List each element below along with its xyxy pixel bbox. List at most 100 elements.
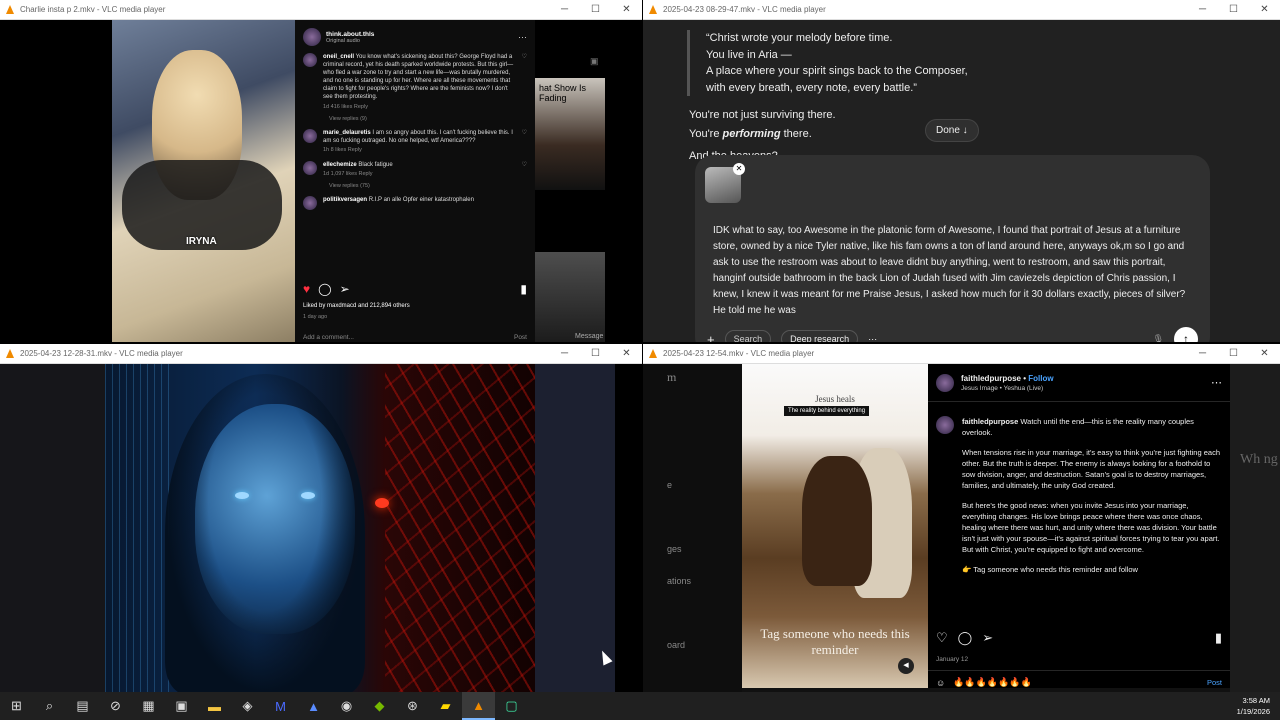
plus-icon[interactable]: + bbox=[707, 332, 715, 343]
search-button[interactable]: Search bbox=[724, 330, 772, 342]
minimize-button[interactable]: ─ bbox=[1187, 0, 1218, 19]
comment-input[interactable]: Add a comment... bbox=[303, 334, 354, 341]
share-icon[interactable]: ➢ bbox=[982, 630, 993, 646]
sidebar-item[interactable]: ations bbox=[667, 576, 691, 586]
vlc-window-4[interactable]: 2025-04-23 12-54.mkv - VLC media player … bbox=[643, 344, 1280, 692]
minimize-button[interactable]: ─ bbox=[549, 0, 580, 19]
avatar[interactable] bbox=[936, 416, 954, 434]
share-icon[interactable]: ➢ bbox=[340, 282, 350, 296]
sidebar-item[interactable]: e bbox=[667, 480, 672, 490]
title-bar[interactable]: 2025-04-23 12-54.mkv - VLC media player … bbox=[643, 344, 1280, 364]
like-comment-icon[interactable]: ♡ bbox=[522, 129, 527, 155]
task-view-icon[interactable]: ▤ bbox=[66, 692, 99, 720]
comment-input[interactable]: 🔥🔥🔥🔥🔥🔥🔥 bbox=[953, 677, 1031, 688]
heart-icon[interactable]: ♥ bbox=[303, 282, 310, 296]
post-audio[interactable]: Original audio bbox=[326, 38, 374, 44]
close-button[interactable]: ✕ bbox=[611, 344, 642, 363]
more-options-icon[interactable]: ⋯ bbox=[1211, 376, 1222, 389]
done-button[interactable]: Done ↓ bbox=[925, 119, 979, 142]
speaker-icon[interactable]: ◀ bbox=[898, 658, 914, 674]
app-icon[interactable]: M bbox=[264, 692, 297, 720]
sidebar-item[interactable]: oard bbox=[667, 640, 685, 650]
sidebar-item[interactable]: ges bbox=[667, 544, 682, 554]
view-replies-link[interactable]: View replies (9) bbox=[295, 114, 535, 126]
app-icon[interactable]: ⊘ bbox=[99, 692, 132, 720]
maximize-button[interactable]: ☐ bbox=[580, 0, 611, 19]
avatar[interactable] bbox=[303, 128, 317, 143]
like-comment-icon[interactable]: ♡ bbox=[522, 161, 527, 179]
reel-video[interactable]: IRYNA bbox=[112, 20, 295, 342]
post-username[interactable]: think.about.thls bbox=[326, 31, 374, 38]
post-image[interactable]: Jesus heals The reality behind everythin… bbox=[742, 364, 928, 688]
app-icon[interactable]: ▦ bbox=[132, 692, 165, 720]
title-bar[interactable]: 2025-04-23 08-29-47.mkv - VLC media play… bbox=[643, 0, 1280, 20]
app-icon[interactable]: ⊛ bbox=[396, 692, 429, 720]
send-icon[interactable]: ↑ bbox=[1174, 327, 1198, 342]
avatar[interactable] bbox=[936, 373, 954, 392]
comment-user[interactable]: politikversagen bbox=[323, 197, 367, 203]
emoji-icon[interactable]: ☺ bbox=[936, 678, 945, 688]
more-options-icon[interactable]: ⋯ bbox=[518, 32, 527, 43]
microphone-icon[interactable]: 🎙 bbox=[1153, 334, 1164, 343]
app-icon[interactable]: ◈ bbox=[231, 692, 264, 720]
vlc-window-3[interactable]: 2025-04-23 12-28-31.mkv - VLC media play… bbox=[0, 344, 642, 692]
app-icon[interactable]: ▣ bbox=[165, 692, 198, 720]
chrome-icon[interactable]: ◉ bbox=[330, 692, 363, 720]
post-button[interactable]: Post bbox=[1207, 678, 1222, 687]
system-clock[interactable]: 3:58 AM 1/19/2026 bbox=[1237, 695, 1280, 717]
add-comment-bar[interactable]: Add a comment... Post bbox=[303, 334, 527, 341]
message-input[interactable]: IDK what to say, too Awesome in the plat… bbox=[713, 223, 1198, 319]
video-frame[interactable] bbox=[105, 364, 535, 692]
chat-area[interactable]: “Christ wrote your melody before time. Y… bbox=[643, 20, 1280, 342]
comment-user[interactable]: oneil_cnell bbox=[323, 54, 354, 60]
sidebar-item[interactable]: m bbox=[667, 370, 676, 385]
vlc-taskbar-icon[interactable]: ▲ bbox=[462, 692, 495, 720]
comment-user[interactable]: marie_delauretis bbox=[323, 130, 371, 136]
add-comment-bar[interactable]: ☺ 🔥🔥🔥🔥🔥🔥🔥 Post bbox=[928, 670, 1230, 692]
maximize-button[interactable]: ☐ bbox=[1218, 0, 1249, 19]
title-bar[interactable]: Charlie insta p 2.mkv - VLC media player… bbox=[0, 0, 642, 20]
app-icon[interactable]: ▲ bbox=[297, 692, 330, 720]
minimize-button[interactable]: ─ bbox=[1187, 344, 1218, 363]
maximize-button[interactable]: ☐ bbox=[1218, 344, 1249, 363]
title-bar[interactable]: 2025-04-23 12-28-31.mkv - VLC media play… bbox=[0, 344, 642, 364]
comment-icon[interactable]: ◯ bbox=[958, 630, 973, 646]
close-button[interactable]: ✕ bbox=[1249, 344, 1280, 363]
bookmark-icon[interactable]: ▮ bbox=[1215, 630, 1222, 646]
more-tools-icon[interactable]: ⋯ bbox=[868, 334, 877, 343]
avatar[interactable] bbox=[303, 160, 317, 175]
sticky-notes-icon[interactable]: ▰ bbox=[429, 692, 462, 720]
comment-icon[interactable]: ◯ bbox=[318, 282, 331, 296]
bookmark-icon[interactable]: ▮ bbox=[520, 282, 527, 296]
post-button[interactable]: Post bbox=[514, 334, 527, 341]
close-button[interactable]: ✕ bbox=[1249, 0, 1280, 19]
windows-start-icon[interactable]: ⊞ bbox=[0, 692, 33, 720]
avatar[interactable] bbox=[303, 28, 321, 46]
search-icon[interactable]: ⌕ bbox=[33, 692, 66, 720]
message-composer[interactable]: ✕ IDK what to say, too Awesome in the pl… bbox=[695, 155, 1210, 342]
view-replies-link[interactable]: View replies (75) bbox=[295, 181, 535, 193]
post-audio[interactable]: Jesus Image • Yeshua (Live) bbox=[961, 385, 1054, 392]
file-explorer-icon[interactable]: ▬ bbox=[198, 692, 231, 720]
video-area[interactable]: IRYNA think.about.thls Original audio ⋯ … bbox=[0, 20, 642, 342]
post-username[interactable]: faithledpurpose bbox=[961, 374, 1021, 383]
video-area[interactable] bbox=[0, 364, 642, 692]
likes-count[interactable]: Liked by maxdmacd and 212,894 others bbox=[303, 303, 410, 309]
caption-user[interactable]: faithledpurpose bbox=[962, 417, 1018, 426]
avatar[interactable] bbox=[303, 196, 317, 211]
vlc-window-2[interactable]: 2025-04-23 08-29-47.mkv - VLC media play… bbox=[643, 0, 1280, 342]
comment-user[interactable]: ellechemize bbox=[323, 162, 357, 168]
app-icon[interactable]: ▢ bbox=[495, 692, 528, 720]
heart-icon[interactable]: ♡ bbox=[936, 630, 948, 646]
remove-attachment-icon[interactable]: ✕ bbox=[733, 163, 745, 175]
minimize-button[interactable]: ─ bbox=[549, 344, 580, 363]
post-area[interactable]: m e ges ations oard Jesus heals The real… bbox=[643, 364, 1280, 692]
like-comment-icon[interactable]: ♡ bbox=[522, 53, 527, 111]
maximize-button[interactable]: ☐ bbox=[580, 344, 611, 363]
close-button[interactable]: ✕ bbox=[611, 0, 642, 19]
avatar[interactable] bbox=[303, 53, 317, 67]
follow-button[interactable]: Follow bbox=[1028, 374, 1053, 383]
nvidia-icon[interactable]: ◆ bbox=[363, 692, 396, 720]
deep-research-button[interactable]: Deep research bbox=[781, 330, 859, 342]
vlc-window-1[interactable]: Charlie insta p 2.mkv - VLC media player… bbox=[0, 0, 642, 342]
